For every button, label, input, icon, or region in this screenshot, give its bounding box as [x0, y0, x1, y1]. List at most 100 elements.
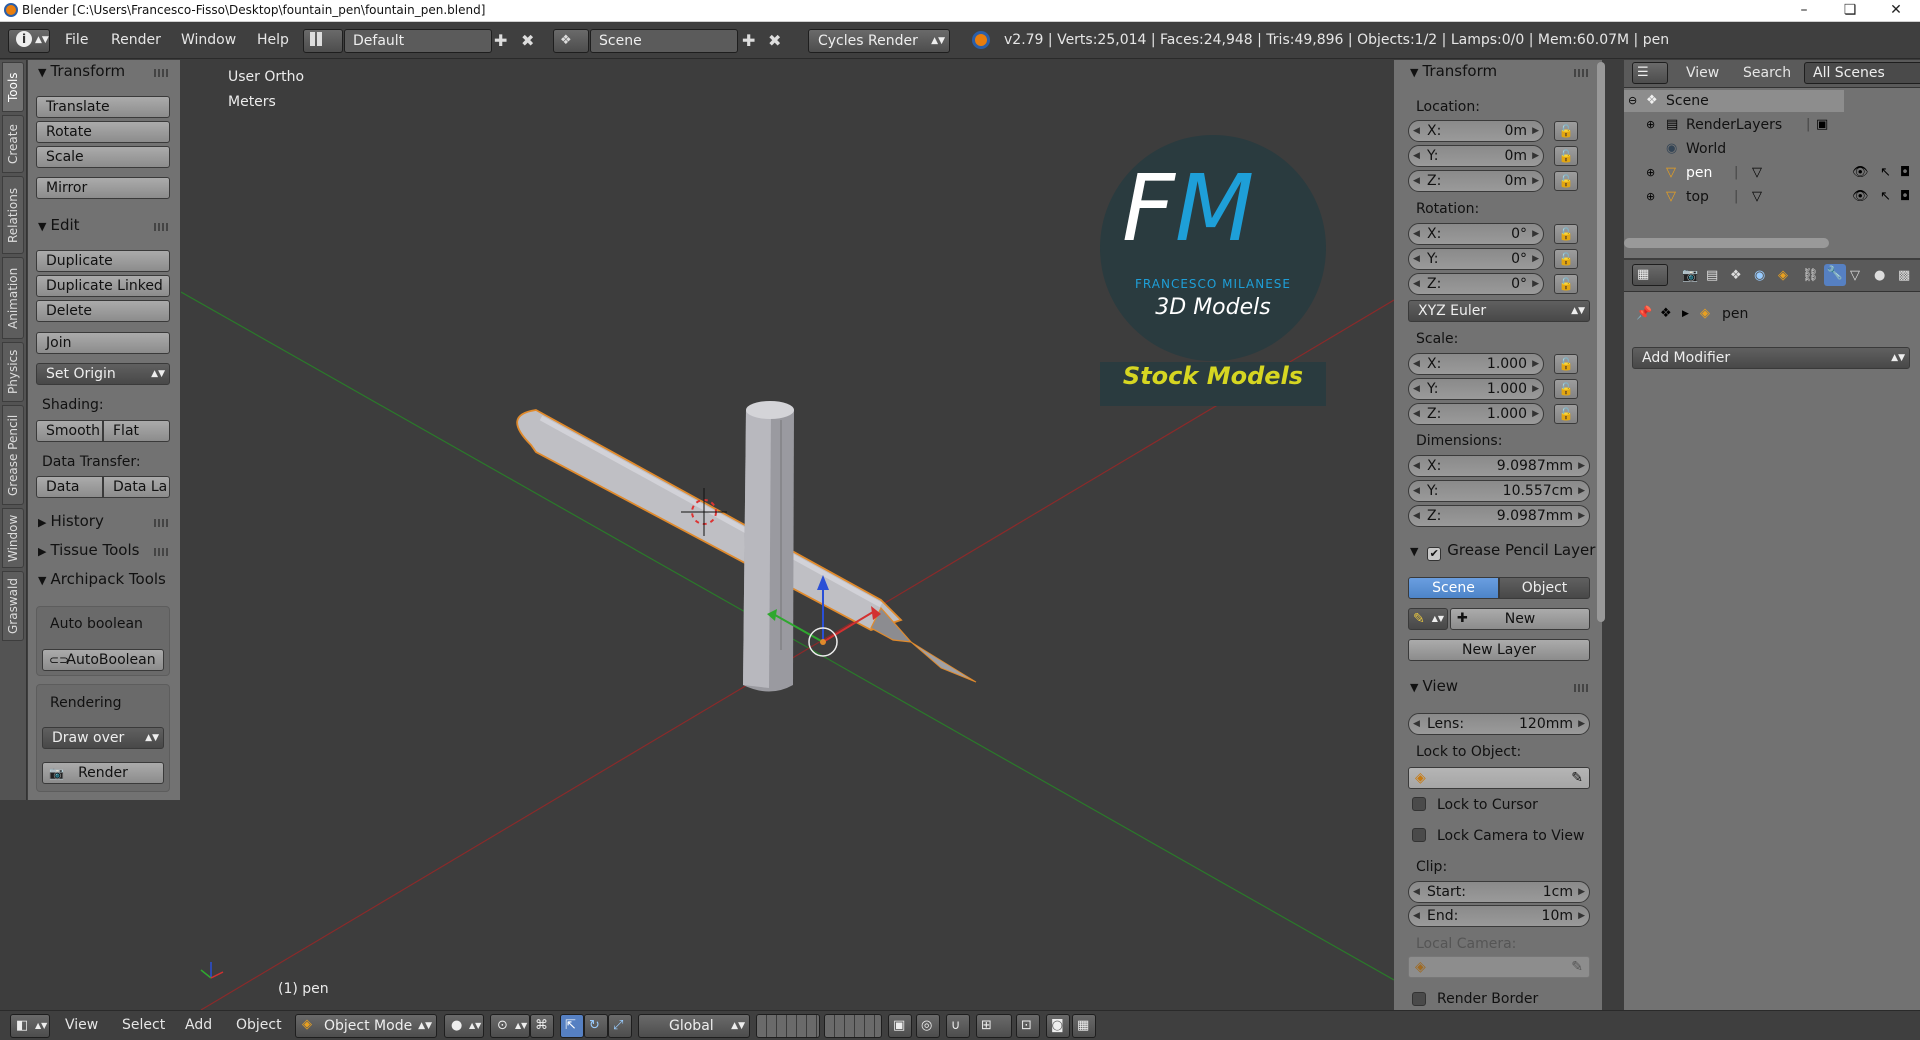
expand-icon[interactable]: ⊕ — [1646, 163, 1655, 183]
delete-layout-icon[interactable]: ✖ — [521, 31, 534, 51]
editor-type-3dview-button[interactable]: ◧ ▲▼ — [10, 1014, 50, 1038]
lock-scale-x-icon[interactable]: 🔓 — [1554, 354, 1578, 374]
dimension-y-field[interactable]: ◀ Y: 10.557cm ▶ — [1408, 480, 1590, 502]
rotation-x-field[interactable]: ◀ X: 0° ▶ — [1408, 223, 1544, 245]
outliner-row-world[interactable]: ◉ World — [1624, 138, 1920, 160]
gp-pencil-dropdown[interactable]: ✎ ▲▼ — [1408, 608, 1448, 630]
local-camera-field[interactable]: ◈ ✎ — [1408, 956, 1590, 978]
n-panel-scrollbar[interactable] — [1597, 62, 1605, 622]
menu-help[interactable]: Help — [257, 32, 289, 48]
n-view-header[interactable]: ▼ View — [1410, 677, 1458, 695]
viewport-shading-dropdown[interactable]: ● ▲▼ — [444, 1014, 484, 1038]
opengl-render-button[interactable]: ◙ — [1046, 1014, 1070, 1038]
drag-grip-icon[interactable] — [1574, 69, 1588, 77]
opengl-animation-button[interactable]: ▦ — [1072, 1014, 1096, 1038]
outliner-menu-search[interactable]: Search — [1743, 65, 1791, 81]
outliner-hscrollbar[interactable] — [1624, 238, 1829, 248]
menu-render[interactable]: Render — [111, 32, 161, 48]
add-scene-icon[interactable]: ✚ — [742, 31, 755, 51]
restore-button[interactable]: ❏ — [1827, 0, 1873, 22]
lock-layers-toggle[interactable]: ▣ — [888, 1014, 912, 1038]
scale-x-field[interactable]: ◀ X: 1.000 ▶ — [1408, 353, 1544, 375]
render-layers-tab-icon[interactable]: ▤ — [1706, 266, 1718, 286]
layers-block-1[interactable] — [756, 1014, 820, 1038]
collapse-icon[interactable]: ⊖ — [1628, 91, 1637, 111]
outliner-row-renderlayers[interactable]: ⊕ ▤ RenderLayers | ▣ — [1624, 114, 1920, 136]
close-button[interactable]: ✕ — [1873, 0, 1919, 22]
scale-button[interactable]: Scale — [36, 146, 170, 168]
lock-to-object-field[interactable]: ◈ ✎ — [1408, 767, 1590, 789]
outliner-row-top[interactable]: ⊕ ▽ top | ▽ 👁 ↖ ◘ — [1624, 186, 1920, 208]
minimize-button[interactable]: – — [1781, 0, 1827, 22]
flat-shading-button[interactable]: Flat — [103, 420, 170, 442]
tab-graswald[interactable]: Graswald — [2, 571, 24, 641]
scale-manipulator-toggle[interactable]: ⤢ — [608, 1014, 632, 1038]
n-transform-header[interactable]: ▼ Transform — [1410, 62, 1497, 80]
join-button[interactable]: Join — [36, 332, 170, 354]
scene-selector[interactable]: ❖ — [553, 29, 589, 53]
duplicate-button[interactable]: Duplicate — [36, 250, 170, 272]
smooth-shading-button[interactable]: Smooth — [36, 420, 103, 442]
translate-manipulator-toggle[interactable]: ⇱ — [560, 1014, 584, 1038]
screen-layout-selector[interactable] — [303, 29, 343, 53]
eye-icon[interactable]: 👁 — [1852, 163, 1869, 183]
lock-scale-y-icon[interactable]: 🔓 — [1554, 379, 1578, 399]
edit-section-header[interactable]: ▼ Edit — [38, 216, 80, 234]
rotation-mode-dropdown[interactable]: XYZ Euler ▲▼ — [1408, 300, 1590, 322]
dimension-x-field[interactable]: ◀ X: 9.0987mm ▶ — [1408, 455, 1590, 477]
modifiers-tab-icon[interactable]: 🔧 — [1824, 264, 1846, 286]
tab-physics[interactable]: Physics — [2, 342, 24, 402]
outliner-filter-dropdown[interactable]: All Scenes — [1804, 62, 1920, 84]
material-tab-icon[interactable]: ● — [1874, 266, 1885, 286]
screen-layout-name[interactable]: Default — [344, 29, 492, 53]
3d-viewport[interactable]: User Ortho Meters (1) pen FM FRANCESCO M… — [181, 60, 1394, 1010]
scale-y-field[interactable]: ◀ Y: 1.000 ▶ — [1408, 378, 1544, 400]
outliner-row-scene[interactable]: ⊖ ❖ Scene — [1624, 90, 1844, 112]
camera-render-icon[interactable]: ◘ — [1900, 187, 1910, 207]
grease-pencil-header[interactable]: ▼ ✔ Grease Pencil Layer — [1410, 541, 1595, 561]
render-button[interactable]: 📷 Render — [42, 762, 164, 784]
auto-boolean-button[interactable]: ⊂⊃ AutoBoolean — [42, 649, 164, 671]
lock-location-x-icon[interactable]: 🔓 — [1554, 121, 1578, 141]
draw-over-dropdown[interactable]: Draw over ▲▼ — [42, 727, 164, 749]
snap-target-toggle[interactable]: ⊡ — [1016, 1014, 1040, 1038]
rotation-y-field[interactable]: ◀ Y: 0° ▶ — [1408, 248, 1544, 270]
tab-animation[interactable]: Animation — [2, 257, 24, 339]
data-transfer-button[interactable]: Data — [36, 476, 103, 498]
delete-button[interactable]: Delete — [36, 300, 170, 322]
location-x-field[interactable]: ◀ X: 0m ▶ — [1408, 120, 1544, 142]
gp-new-button[interactable]: ✚ New — [1450, 608, 1590, 630]
add-modifier-dropdown[interactable]: Add Modifier ▲▼ — [1632, 347, 1910, 369]
mode-dropdown[interactable]: ◈ Object Mode ▲▼ — [295, 1014, 437, 1038]
drag-grip-icon[interactable] — [154, 519, 168, 527]
lock-rotation-y-icon[interactable]: 🔓 — [1554, 249, 1578, 269]
lock-location-z-icon[interactable]: 🔓 — [1554, 171, 1578, 191]
lock-location-y-icon[interactable]: 🔓 — [1554, 146, 1578, 166]
tab-window[interactable]: Window — [2, 508, 24, 568]
mirror-button[interactable]: Mirror — [36, 177, 170, 199]
tab-grease-pencil[interactable]: Grease Pencil — [2, 405, 24, 505]
data-tab-icon[interactable]: ▽ — [1850, 266, 1860, 286]
editor-type-info-button[interactable]: i ▲▼ — [8, 29, 50, 53]
grease-pencil-checkbox[interactable]: ✔ — [1427, 547, 1442, 561]
render-border-checkbox[interactable] — [1412, 992, 1426, 1006]
eye-icon[interactable]: 👁 — [1852, 187, 1869, 207]
select-menu[interactable]: Select — [122, 1017, 165, 1033]
scale-z-field[interactable]: ◀ Z: 1.000 ▶ — [1408, 403, 1544, 425]
add-menu[interactable]: Add — [185, 1017, 212, 1033]
world-tab-icon[interactable]: ◉ — [1754, 266, 1765, 286]
scene-name[interactable]: Scene — [590, 29, 738, 53]
eyedropper-icon[interactable]: ✎ — [1571, 957, 1583, 977]
lock-scale-z-icon[interactable]: 🔓 — [1554, 404, 1578, 424]
history-section-header[interactable]: ▶ History — [38, 512, 104, 530]
lock-rotation-z-icon[interactable]: 🔓 — [1554, 274, 1578, 294]
tab-create[interactable]: Create — [2, 115, 24, 173]
constraints-tab-icon[interactable]: ⛓ — [1802, 266, 1819, 286]
properties-editor-type[interactable]: ▦ — [1632, 264, 1668, 286]
location-z-field[interactable]: ◀ Z: 0m ▶ — [1408, 170, 1544, 192]
lock-to-cursor-checkbox[interactable] — [1412, 797, 1426, 811]
tab-relations[interactable]: Relations — [2, 176, 24, 254]
eyedropper-icon[interactable]: ✎ — [1571, 768, 1583, 788]
pivot-point-dropdown[interactable]: ⊙ ▲▼ — [490, 1014, 530, 1038]
tab-tools[interactable]: Tools — [2, 62, 24, 112]
